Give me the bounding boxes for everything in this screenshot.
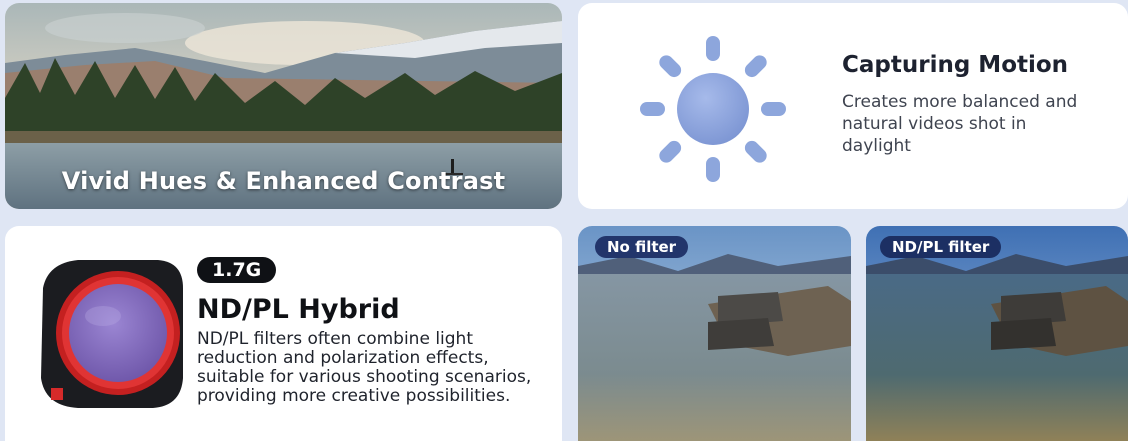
landscape-caption: Vivid Hues & Enhanced Contrast xyxy=(61,167,506,195)
nd-pl-filter-photo: ND/PL filter xyxy=(866,226,1128,441)
capturing-motion-card: Capturing Motion Creates more balanced a… xyxy=(578,3,1128,209)
nd-pl-filter-image xyxy=(41,260,183,408)
filter-title: ND/PL Hybrid xyxy=(197,294,400,325)
landscape-card: Vivid Hues & Enhanced Contrast xyxy=(5,3,562,209)
sun-icon xyxy=(640,36,786,182)
filter-description: ND/PL filters often combine light reduct… xyxy=(197,329,532,406)
no-filter-label: No filter xyxy=(595,236,689,258)
lake-dock-photo-no-filter xyxy=(578,226,851,441)
no-filter-photo: No filter xyxy=(578,226,851,441)
nd-pl-filter-label: ND/PL filter xyxy=(880,236,1002,258)
motion-title: Capturing Motion xyxy=(842,52,1069,78)
motion-description: Creates more balanced and natural videos… xyxy=(842,92,1078,156)
weight-badge: 1.7G xyxy=(197,257,277,283)
lake-dock-photo-nd-pl xyxy=(866,226,1128,441)
filter-card: 1.7G ND/PL Hybrid ND/PL filters often co… xyxy=(5,226,562,441)
